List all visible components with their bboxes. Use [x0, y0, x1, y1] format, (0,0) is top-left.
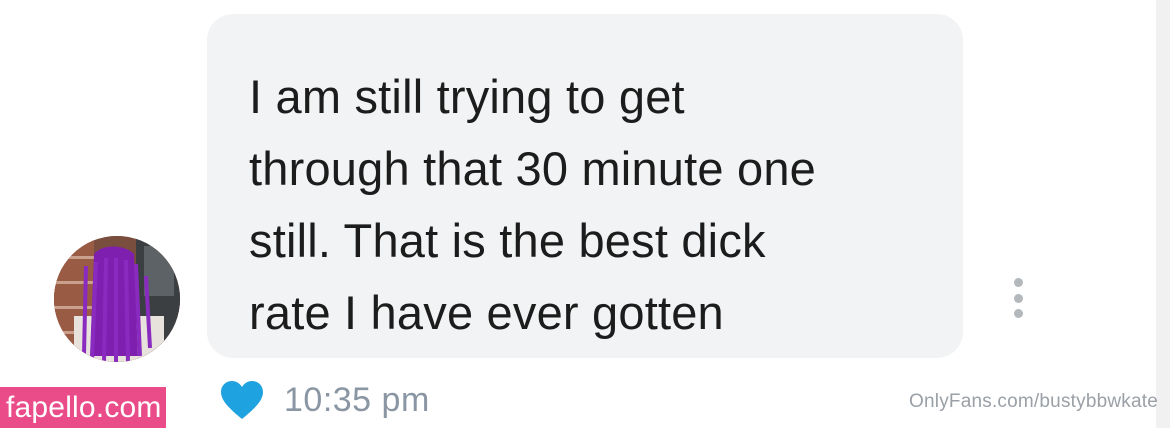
- heart-icon[interactable]: [220, 380, 264, 420]
- more-options-icon[interactable]: [1004, 276, 1032, 320]
- message-line: still. That is the best dick: [249, 214, 766, 267]
- message-line: through that 30 minute one: [249, 142, 816, 195]
- message-text: I am still trying to get through that 30…: [249, 61, 923, 349]
- more-dot: [1013, 278, 1023, 287]
- fapello-watermark: fapello.com: [0, 387, 166, 428]
- more-dot: [1013, 309, 1023, 318]
- more-dot: [1013, 293, 1023, 303]
- scrollbar-track[interactable]: [1156, 0, 1170, 428]
- message-time: 10:35 pm: [284, 380, 430, 419]
- onlyfans-watermark: OnlyFans.com/bustybbwkate: [909, 391, 1158, 412]
- message-line: I am still trying to get: [249, 70, 685, 123]
- message-bubble[interactable]: I am still trying to get through that 30…: [207, 14, 963, 358]
- message-meta: 10:35 pm: [220, 372, 430, 428]
- message-line: rate I have ever gotten: [249, 286, 724, 339]
- avatar-image: [54, 236, 180, 362]
- avatar[interactable]: [54, 236, 180, 362]
